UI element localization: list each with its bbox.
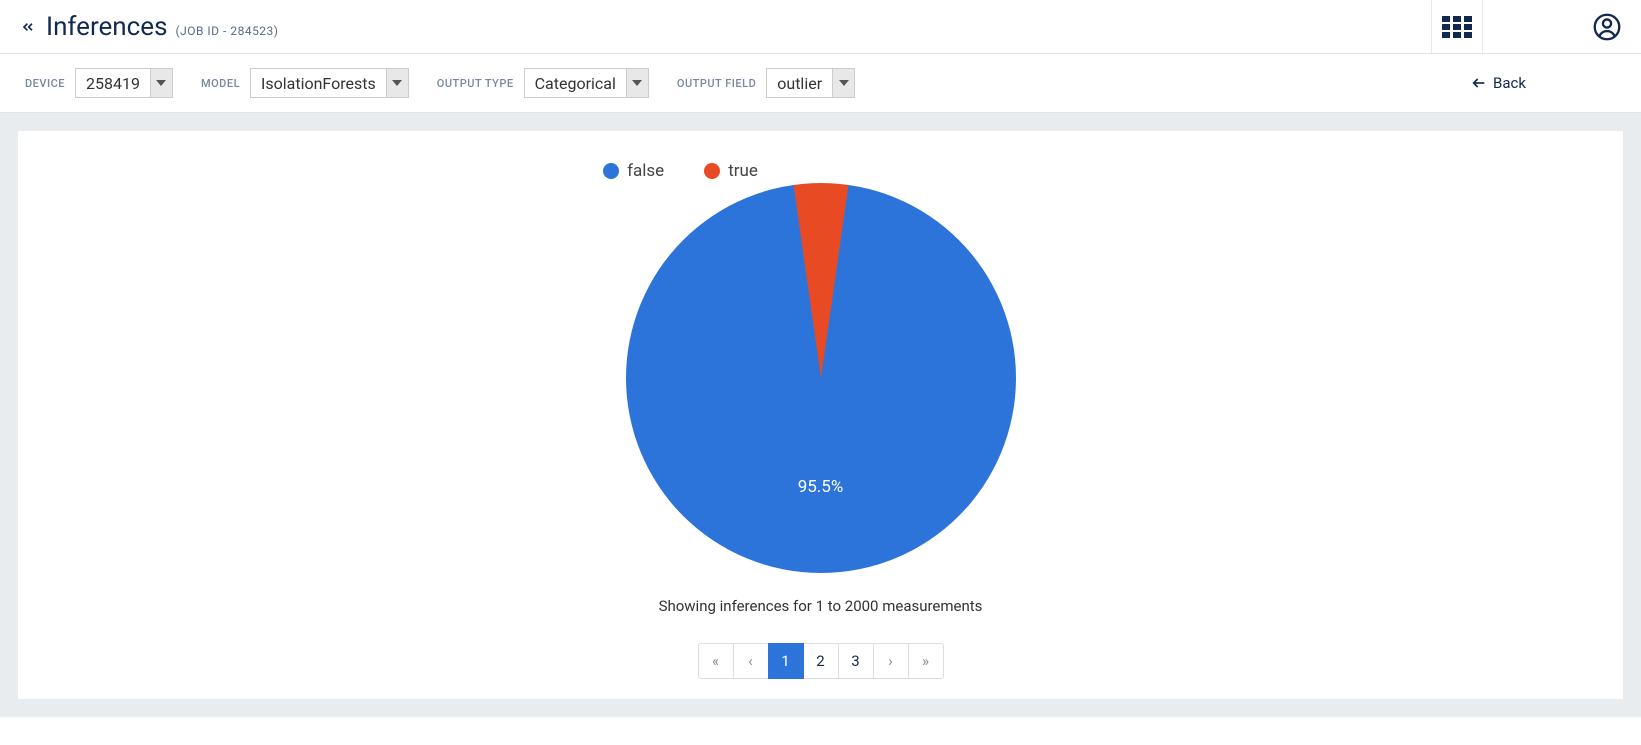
page-title: Inferences	[46, 12, 167, 42]
chevron-down-icon[interactable]	[150, 69, 172, 97]
page-body: false true 95.5% Showing inferences for …	[0, 113, 1641, 717]
legend-item-true: true	[704, 161, 758, 181]
back-link[interactable]: Back	[1471, 74, 1526, 92]
legend-item-false: false	[603, 161, 664, 181]
legend-dot-false	[603, 163, 619, 179]
device-select[interactable]: 258419	[75, 68, 173, 98]
legend-label-true: true	[728, 161, 758, 181]
page-next-button[interactable]: ›	[873, 643, 909, 679]
chart-legend: false true	[603, 161, 758, 181]
apps-grid-icon[interactable]	[1431, 0, 1483, 54]
output-field-select-value: outlier	[767, 69, 832, 97]
page-number-button[interactable]: 1	[768, 643, 804, 679]
output-type-select[interactable]: Categorical	[524, 68, 649, 98]
filter-bar: DEVICE 258419 MODEL IsolationForests OUT…	[0, 54, 1641, 113]
page-number-button[interactable]: 2	[803, 643, 839, 679]
output-field-label: OUTPUT FIELD	[677, 77, 756, 90]
arrow-left-icon	[1471, 75, 1487, 91]
output-field-select[interactable]: outlier	[766, 68, 855, 98]
page-number-button[interactable]: 3	[838, 643, 874, 679]
pie-chart: 95.5%	[626, 183, 1016, 573]
legend-dot-true	[704, 163, 720, 179]
chevron-down-icon[interactable]	[386, 69, 408, 97]
device-select-value: 258419	[76, 69, 150, 97]
page-subtitle: (JOB ID - 284523)	[175, 24, 278, 38]
page-last-button[interactable]: »	[908, 643, 944, 679]
back-text: Back	[1493, 74, 1526, 92]
output-type-label: OUTPUT TYPE	[437, 77, 514, 90]
legend-label-false: false	[627, 161, 664, 181]
chevron-down-icon[interactable]	[626, 69, 648, 97]
user-profile-icon[interactable]	[1593, 13, 1621, 41]
chart-wrap: false true 95.5% Showing inferences for …	[38, 161, 1603, 679]
pagination: «‹123›»	[698, 643, 944, 679]
top-bar: Inferences (JOB ID - 284523)	[0, 0, 1641, 54]
collapse-chevron-icon[interactable]	[20, 19, 36, 35]
pie-slice-label: 95.5%	[798, 477, 844, 497]
output-type-select-value: Categorical	[525, 69, 626, 97]
page-prev-button[interactable]: ‹	[733, 643, 769, 679]
chevron-down-icon[interactable]	[832, 69, 854, 97]
chart-card: false true 95.5% Showing inferences for …	[18, 131, 1623, 699]
chart-caption: Showing inferences for 1 to 2000 measure…	[659, 597, 983, 615]
model-label: MODEL	[201, 77, 240, 90]
device-label: DEVICE	[25, 77, 65, 90]
model-select-value: IsolationForests	[251, 69, 386, 97]
page-first-button[interactable]: «	[698, 643, 734, 679]
model-select[interactable]: IsolationForests	[250, 68, 409, 98]
